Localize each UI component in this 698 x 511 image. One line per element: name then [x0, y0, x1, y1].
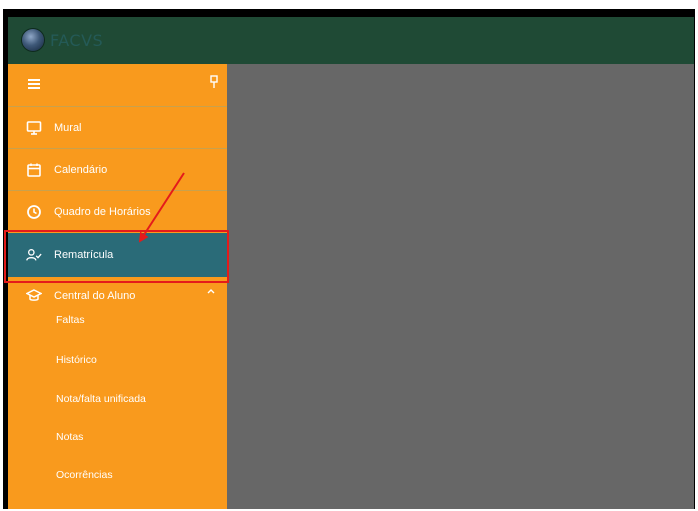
annotation-arrow — [138, 172, 185, 243]
